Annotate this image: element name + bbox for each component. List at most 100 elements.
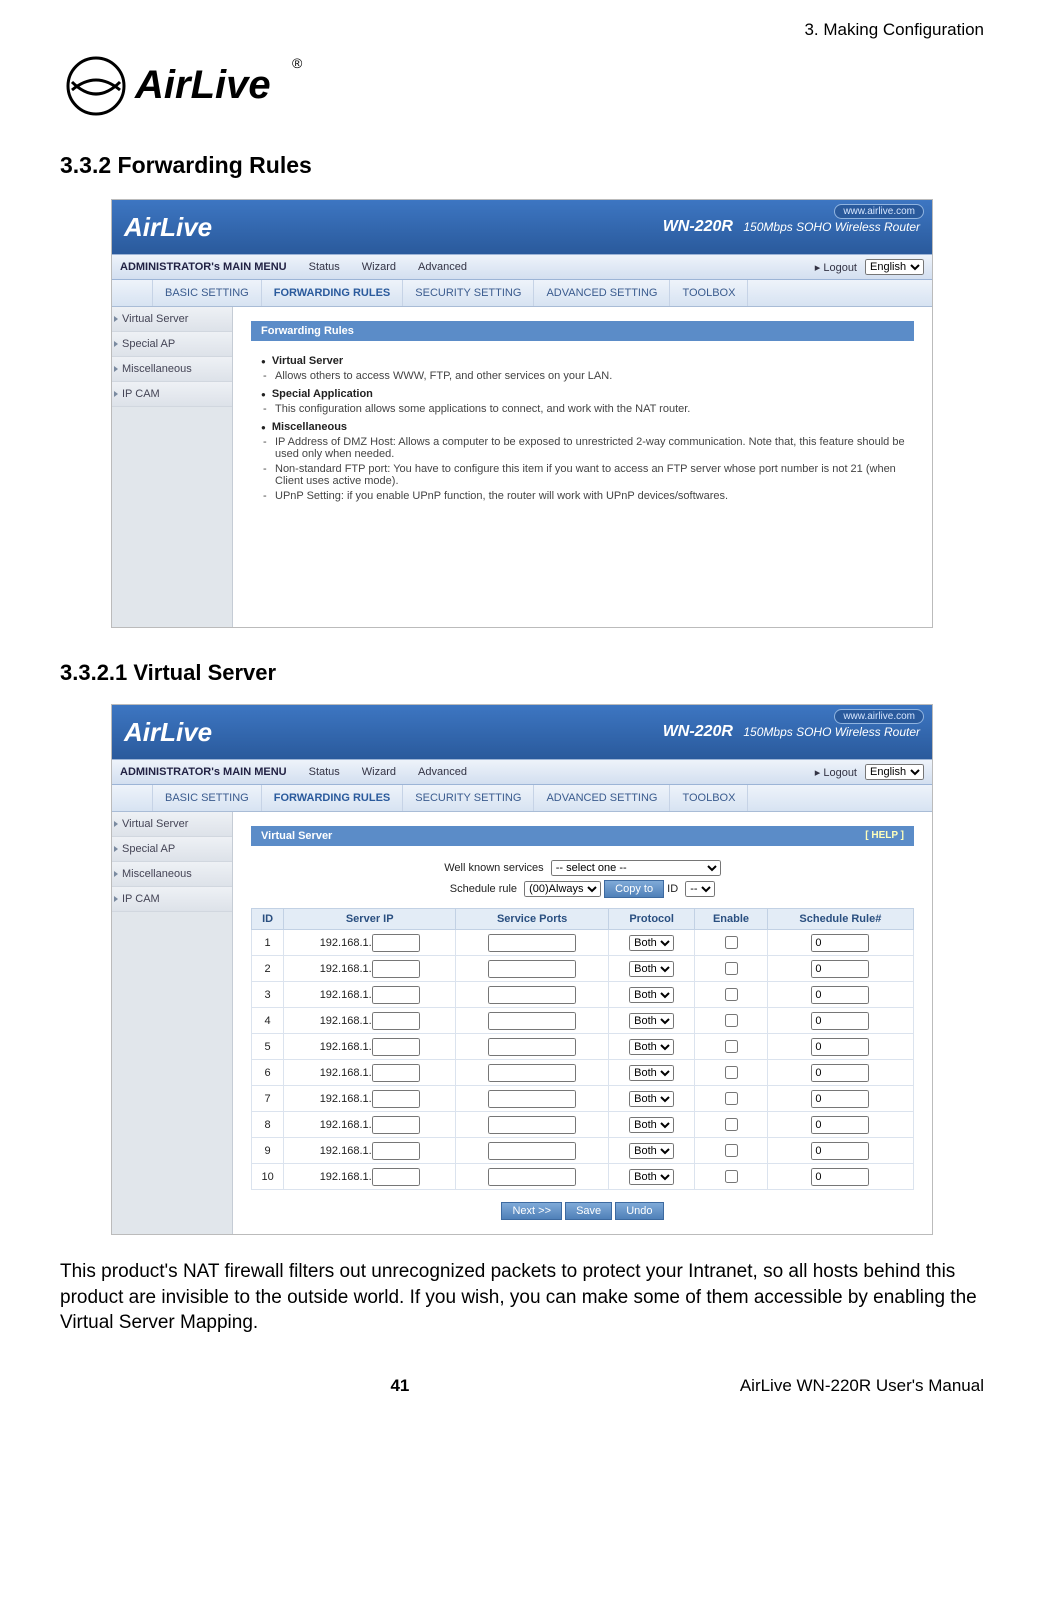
service-port-input[interactable] [488, 986, 576, 1004]
protocol-select[interactable]: Both [629, 1013, 674, 1029]
protocol-select[interactable]: Both [629, 987, 674, 1003]
schedule-rule-input[interactable] [811, 1116, 869, 1134]
item-head: Miscellaneous [272, 421, 347, 433]
server-ip-input[interactable] [372, 1090, 420, 1108]
service-port-input[interactable] [488, 1168, 576, 1186]
protocol-select[interactable]: Both [629, 935, 674, 951]
tab-advanced-setting[interactable]: ADVANCED SETTING [533, 280, 669, 306]
copy-to-button[interactable]: Copy to [604, 880, 664, 898]
service-port-input[interactable] [488, 1012, 576, 1030]
tab-forwarding-rules[interactable]: FORWARDING RULES [261, 280, 403, 306]
enable-checkbox[interactable] [725, 988, 738, 1001]
sidebar-item-miscellaneous[interactable]: Miscellaneous [112, 357, 232, 382]
sidebar-item-virtual-server[interactable]: Virtual Server [112, 307, 232, 332]
cell-server-ip: 192.168.1. [284, 982, 456, 1008]
server-ip-input[interactable] [372, 1038, 420, 1056]
schedule-rule-input[interactable] [811, 1090, 869, 1108]
service-port-input[interactable] [488, 1142, 576, 1160]
sidebar-item-special-ap[interactable]: Special AP [112, 837, 232, 862]
enable-checkbox[interactable] [725, 936, 738, 949]
service-port-input[interactable] [488, 1116, 576, 1134]
menu-wizard[interactable]: Wizard [362, 766, 396, 778]
enable-checkbox[interactable] [725, 1092, 738, 1105]
server-ip-input[interactable] [372, 986, 420, 1004]
protocol-select[interactable]: Both [629, 1169, 674, 1185]
table-row: 10192.168.1.Both [252, 1164, 914, 1190]
sidebar-item-special-ap[interactable]: Special AP [112, 332, 232, 357]
service-port-input[interactable] [488, 960, 576, 978]
cell-server-ip: 192.168.1. [284, 1112, 456, 1138]
protocol-select[interactable]: Both [629, 1117, 674, 1133]
server-ip-input[interactable] [372, 1012, 420, 1030]
panel-title: Forwarding Rules [251, 321, 914, 341]
menu-advanced[interactable]: Advanced [418, 766, 467, 778]
enable-checkbox[interactable] [725, 962, 738, 975]
menu-status[interactable]: Status [309, 766, 340, 778]
tab-toolbox[interactable]: TOOLBOX [669, 280, 748, 306]
language-select[interactable]: English [865, 259, 924, 275]
service-port-input[interactable] [488, 1064, 576, 1082]
menu-wizard[interactable]: Wizard [362, 261, 396, 273]
protocol-select[interactable]: Both [629, 1065, 674, 1081]
schedule-rule-select[interactable]: (00)Always [524, 881, 601, 897]
well-known-select[interactable]: -- select one -- [551, 860, 721, 876]
menu-status[interactable]: Status [309, 261, 340, 273]
tab-basic-setting[interactable]: BASIC SETTING [152, 280, 261, 306]
schedule-rule-input[interactable] [811, 986, 869, 1004]
id-label: ID [667, 883, 678, 895]
logout-link[interactable]: ▸ Logout [815, 261, 857, 274]
schedule-rule-input[interactable] [811, 960, 869, 978]
language-select[interactable]: English [865, 764, 924, 780]
footer-manual: AirLive WN-220R User's Manual [740, 1376, 984, 1396]
logout-link[interactable]: ▸ Logout [815, 766, 857, 779]
menu-advanced[interactable]: Advanced [418, 261, 467, 273]
schedule-rule-input[interactable] [811, 1168, 869, 1186]
sidebar-item-ip-cam[interactable]: IP CAM [112, 887, 232, 912]
schedule-rule-input[interactable] [811, 1064, 869, 1082]
help-link[interactable]: [ HELP ] [865, 830, 904, 842]
server-ip-input[interactable] [372, 960, 420, 978]
table-header: ID [252, 909, 284, 930]
protocol-select[interactable]: Both [629, 1039, 674, 1055]
enable-checkbox[interactable] [725, 1144, 738, 1157]
sidebar-item-miscellaneous[interactable]: Miscellaneous [112, 862, 232, 887]
cell-server-ip: 192.168.1. [284, 1060, 456, 1086]
tab-security-setting[interactable]: SECURITY SETTING [402, 785, 533, 811]
id-select[interactable]: -- [685, 881, 715, 897]
tab-forwarding-rules[interactable]: FORWARDING RULES [261, 785, 403, 811]
protocol-select[interactable]: Both [629, 961, 674, 977]
table-row: 6192.168.1.Both [252, 1060, 914, 1086]
service-port-input[interactable] [488, 934, 576, 952]
tab-security-setting[interactable]: SECURITY SETTING [402, 280, 533, 306]
service-port-input[interactable] [488, 1038, 576, 1056]
enable-checkbox[interactable] [725, 1040, 738, 1053]
tab-advanced-setting[interactable]: ADVANCED SETTING [533, 785, 669, 811]
schedule-rule-input[interactable] [811, 934, 869, 952]
protocol-select[interactable]: Both [629, 1143, 674, 1159]
schedule-rule-input[interactable] [811, 1038, 869, 1056]
next-button[interactable]: Next >> [501, 1202, 562, 1220]
cell-id: 7 [252, 1086, 284, 1112]
server-ip-input[interactable] [372, 1064, 420, 1082]
protocol-select[interactable]: Both [629, 1091, 674, 1107]
enable-checkbox[interactable] [725, 1170, 738, 1183]
cell-id: 3 [252, 982, 284, 1008]
item-sub: UPnP Setting: if you enable UPnP functio… [261, 490, 914, 502]
server-ip-input[interactable] [372, 934, 420, 952]
save-button[interactable]: Save [565, 1202, 612, 1220]
sidebar-item-virtual-server[interactable]: Virtual Server [112, 812, 232, 837]
enable-checkbox[interactable] [725, 1014, 738, 1027]
tab-toolbox[interactable]: TOOLBOX [669, 785, 748, 811]
enable-checkbox[interactable] [725, 1066, 738, 1079]
undo-button[interactable]: Undo [615, 1202, 663, 1220]
schedule-rule-input[interactable] [811, 1142, 869, 1160]
tab-basic-setting[interactable]: BASIC SETTING [152, 785, 261, 811]
enable-checkbox[interactable] [725, 1118, 738, 1131]
server-ip-input[interactable] [372, 1168, 420, 1186]
sidebar-item-ip-cam[interactable]: IP CAM [112, 382, 232, 407]
server-ip-input[interactable] [372, 1142, 420, 1160]
cell-id: 9 [252, 1138, 284, 1164]
service-port-input[interactable] [488, 1090, 576, 1108]
server-ip-input[interactable] [372, 1116, 420, 1134]
schedule-rule-input[interactable] [811, 1012, 869, 1030]
